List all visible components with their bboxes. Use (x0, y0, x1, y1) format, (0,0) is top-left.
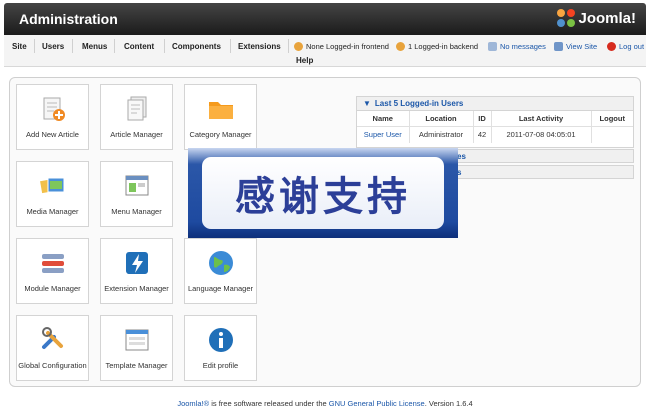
menu-separator (72, 39, 73, 53)
user-name-link[interactable]: Super User (357, 125, 410, 143)
collapsed-module-title: es (457, 152, 466, 161)
footer-text: is free software released under the (209, 399, 329, 408)
menu-icon (125, 175, 148, 196)
menu-separator (288, 39, 289, 53)
column-header-logout: Logout (599, 113, 625, 123)
quickicon-label: Menu Manager (111, 207, 162, 216)
logo-text: Joomla! (578, 9, 636, 27)
add-article-icon (43, 97, 65, 121)
logout-link[interactable]: Log out (607, 42, 644, 51)
template-icon (125, 329, 148, 351)
gpl-link[interactable]: GNU General Public License (329, 399, 425, 408)
users-icon (396, 42, 405, 51)
monitor-icon (554, 42, 563, 51)
menu-separator (34, 39, 35, 53)
quickicon-label: Media Manager (26, 207, 79, 216)
users-icon (294, 42, 303, 51)
quickicon-label: Template Manager (105, 361, 168, 370)
messages-link[interactable]: No messages (488, 42, 546, 51)
column-header-location: Location (409, 111, 474, 126)
collapse-arrow-icon: ▼ (363, 99, 371, 108)
quickicon-label: Category Manager (189, 130, 252, 139)
column-header-id: ID (473, 111, 492, 126)
footer-version: . Version 1.6.4 (424, 399, 473, 408)
quickicon-extension-manager[interactable]: Extension Manager (100, 238, 173, 304)
table-row: Super User Administrator 42 2011-07-08 0… (357, 125, 633, 143)
menu-separator (164, 39, 165, 53)
overlay-text: 感谢支持 (235, 174, 411, 220)
logged-in-users-table: Name Location ID Last Activity Logout Su… (357, 111, 633, 143)
quickicon-label: Language Manager (187, 284, 254, 293)
power-icon (607, 42, 616, 51)
quickicon-edit-profile[interactable]: Edit profile (184, 315, 257, 381)
view-site-label: View Site (566, 42, 598, 51)
quickicon-article-manager[interactable]: Article Manager (100, 84, 173, 150)
quickicon-label: Article Manager (110, 130, 163, 139)
logged-in-users-header[interactable]: ▼ Last 5 Logged-in Users (357, 97, 633, 111)
logout-label: Log out (619, 42, 645, 51)
menu-site[interactable]: Site (12, 42, 27, 51)
menu-help[interactable]: Help (296, 56, 313, 65)
frontend-users-label: None Logged-in frontend (306, 42, 389, 51)
view-site-link[interactable]: View Site (554, 42, 597, 51)
column-header-last-activity: Last Activity (491, 111, 592, 126)
module-icon (41, 254, 64, 273)
joomla-logo: Joomla! (557, 9, 636, 27)
menubar: Site Users Menus Content Components Exte… (4, 35, 646, 67)
user-last-activity: 2011-07-08 04:05:01 (491, 125, 592, 143)
table-header-row: Name Location ID Last Activity Logout (357, 111, 633, 126)
quickicon-label: Add New Article (26, 130, 79, 139)
info-icon (208, 328, 233, 352)
logged-in-users-module: ▼ Last 5 Logged-in Users Name Location I… (356, 96, 634, 148)
quickicon-media-manager[interactable]: Media Manager (16, 161, 89, 227)
quickicon-add-new-article[interactable]: Add New Article (16, 84, 89, 150)
article-manager-icon (127, 96, 146, 121)
quickicon-template-manager[interactable]: Template Manager (100, 315, 173, 381)
folder-icon (208, 102, 233, 119)
quickicon-language-manager[interactable]: Language Manager (184, 238, 257, 304)
user-location: Administrator (409, 125, 474, 143)
globe-icon (208, 251, 233, 275)
joomla-link[interactable]: Joomla!® (177, 399, 209, 408)
frontend-users-status: None Logged-in frontend (294, 42, 389, 51)
extension-icon (125, 252, 148, 274)
menu-menus[interactable]: Menus (82, 42, 107, 51)
admin-header: Administration Joomla! (4, 3, 646, 35)
user-logout-cell[interactable] (591, 125, 633, 143)
menu-content[interactable]: Content (124, 42, 154, 51)
menu-extensions[interactable]: Extensions (238, 42, 281, 51)
quickicon-category-manager[interactable]: Category Manager (184, 84, 257, 150)
quickicon-module-manager[interactable]: Module Manager (16, 238, 89, 304)
messages-label: No messages (500, 42, 546, 51)
menu-users[interactable]: Users (42, 42, 64, 51)
media-icon (39, 177, 64, 194)
menu-separator (114, 39, 115, 53)
backend-users-label: 1 Logged-in backend (408, 42, 479, 51)
user-id: 42 (473, 125, 492, 143)
messages-icon (488, 42, 497, 51)
tools-icon (41, 327, 63, 349)
quickicon-label: Global Configuration (18, 361, 87, 370)
menu-separator (230, 39, 231, 53)
overlay-inner: 感谢支持 (202, 157, 444, 229)
quickicon-menu-manager[interactable]: Menu Manager (100, 161, 173, 227)
quickicon-label: Edit profile (202, 361, 239, 370)
quickicon-global-configuration[interactable]: Global Configuration (16, 315, 89, 381)
footer: Joomla!® is free software released under… (0, 399, 650, 408)
joomla-mark-icon (557, 9, 576, 27)
quickicon-label: Extension Manager (104, 284, 169, 293)
module-title: Last 5 Logged-in Users (374, 99, 464, 108)
quickicon-label: Module Manager (24, 284, 81, 293)
page-title: Administration (19, 11, 118, 27)
column-header-name: Name (357, 111, 410, 126)
backend-users-status: 1 Logged-in backend (396, 42, 478, 51)
overlay-banner: 感谢支持 (188, 148, 458, 238)
menu-components[interactable]: Components (172, 42, 221, 51)
